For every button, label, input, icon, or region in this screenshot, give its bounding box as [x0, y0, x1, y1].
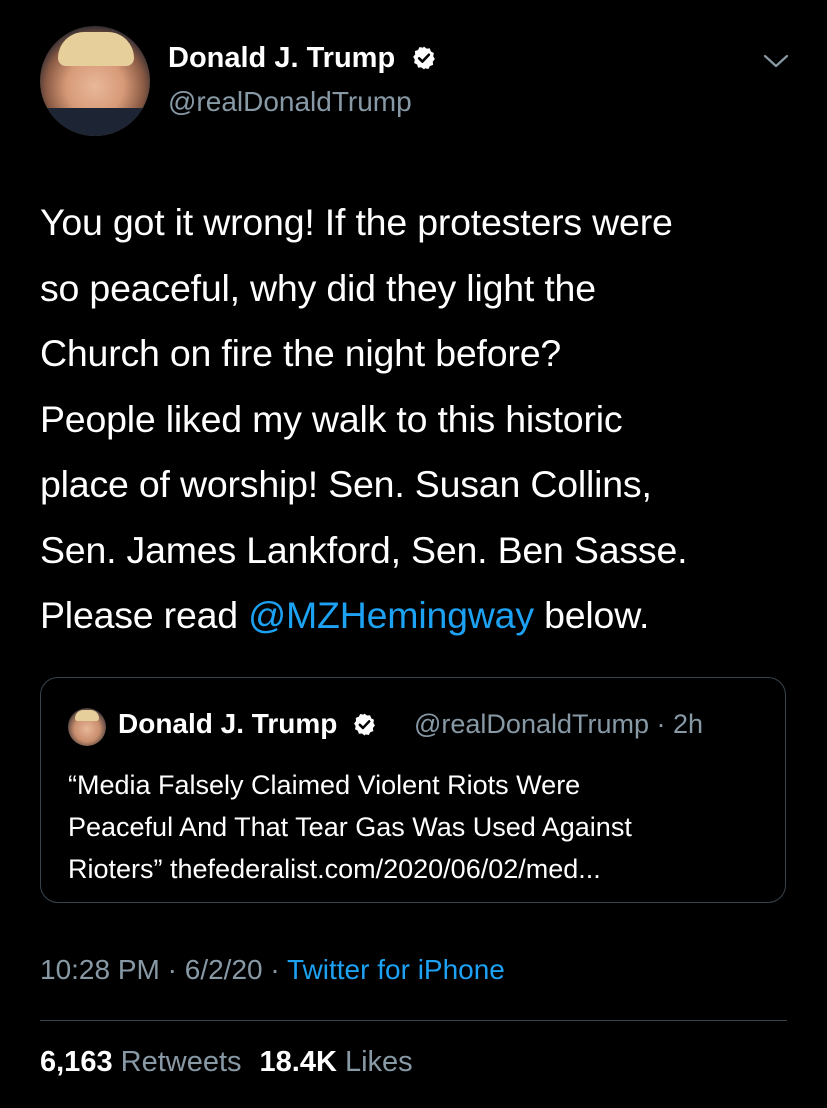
- quoted-line: Rioters” thefederalist.com/2020/06/02/me…: [68, 854, 601, 884]
- tweet-source-link[interactable]: Twitter for iPhone: [287, 954, 505, 985]
- tweet-line: Church on fire the night before?: [40, 332, 562, 374]
- likes-count: 18.4K: [259, 1046, 337, 1078]
- quoted-tweet-card[interactable]: Donald J. Trump @realDonaldTrump · 2h “M…: [40, 677, 786, 903]
- tweet-text-suffix: below.: [533, 594, 650, 636]
- avatar[interactable]: [40, 26, 150, 136]
- quoted-time: 2h: [673, 709, 704, 739]
- retweets-count: 6,163: [40, 1046, 113, 1078]
- tweet-line: so peaceful, why did they light the: [40, 266, 596, 309]
- divider: [40, 1020, 787, 1021]
- author-name[interactable]: Donald J. Trump: [168, 42, 437, 79]
- tweet-text-prefix: Please read: [40, 594, 249, 636]
- quoted-avatar-hair: [75, 710, 99, 721]
- author-handle[interactable]: @realDonaldTrump: [168, 86, 412, 118]
- tweet-line: You got it wrong! If the protesters were: [40, 201, 673, 243]
- tweet-time: 10:28 PM: [40, 954, 160, 985]
- quoted-separator: ·: [649, 709, 673, 739]
- author-name-text: Donald J. Trump: [168, 42, 396, 74]
- tweet-meta: 10:28 PM · 6/2/20 · Twitter for iPhone: [40, 954, 505, 986]
- verified-badge-icon: [352, 712, 377, 744]
- avatar-suit: [40, 108, 150, 136]
- tweet-line: People liked my walk to this historic: [40, 397, 623, 440]
- tweet-line: place of worship! Sen. Susan Collins,: [40, 463, 652, 505]
- quoted-handle-time: @realDonaldTrump · 2h: [414, 709, 703, 740]
- quoted-line: Peaceful And That Tear Gas Was Used Agai…: [68, 812, 632, 842]
- tweet-stats: 6,163 Retweets 18.4K Likes: [40, 1046, 413, 1079]
- retweets-stat[interactable]: 6,163 Retweets: [40, 1046, 242, 1078]
- tweet-text: You got it wrong! If the protesters were…: [40, 190, 800, 649]
- quoted-handle: @realDonaldTrump: [414, 709, 649, 739]
- tweet-date: 6/2/20: [184, 954, 263, 985]
- chevron-down-icon[interactable]: [762, 52, 790, 75]
- meta-separator: ·: [167, 954, 177, 985]
- quoted-author-name: Donald J. Trump: [118, 708, 377, 744]
- quoted-author-name-text: Donald J. Trump: [118, 708, 338, 739]
- retweets-label: Retweets: [120, 1046, 242, 1078]
- verified-badge-icon: [411, 45, 437, 79]
- mention-link[interactable]: @MZHemingway: [248, 594, 534, 636]
- avatar-hair: [58, 32, 134, 66]
- quoted-line: “Media Falsely Claimed Violent Riots Wer…: [68, 770, 581, 800]
- likes-label: Likes: [344, 1046, 413, 1078]
- quoted-tweet-text: “Media Falsely Claimed Violent Riots Wer…: [68, 764, 768, 890]
- likes-stat[interactable]: 18.4K Likes: [260, 1046, 413, 1078]
- meta-separator: ·: [270, 954, 280, 985]
- tweet-line: Sen. James Lankford, Sen. Ben Sasse.: [40, 528, 688, 571]
- quoted-avatar: [68, 708, 106, 746]
- tweet-line-last: Please read @MZHemingway below.: [40, 583, 800, 649]
